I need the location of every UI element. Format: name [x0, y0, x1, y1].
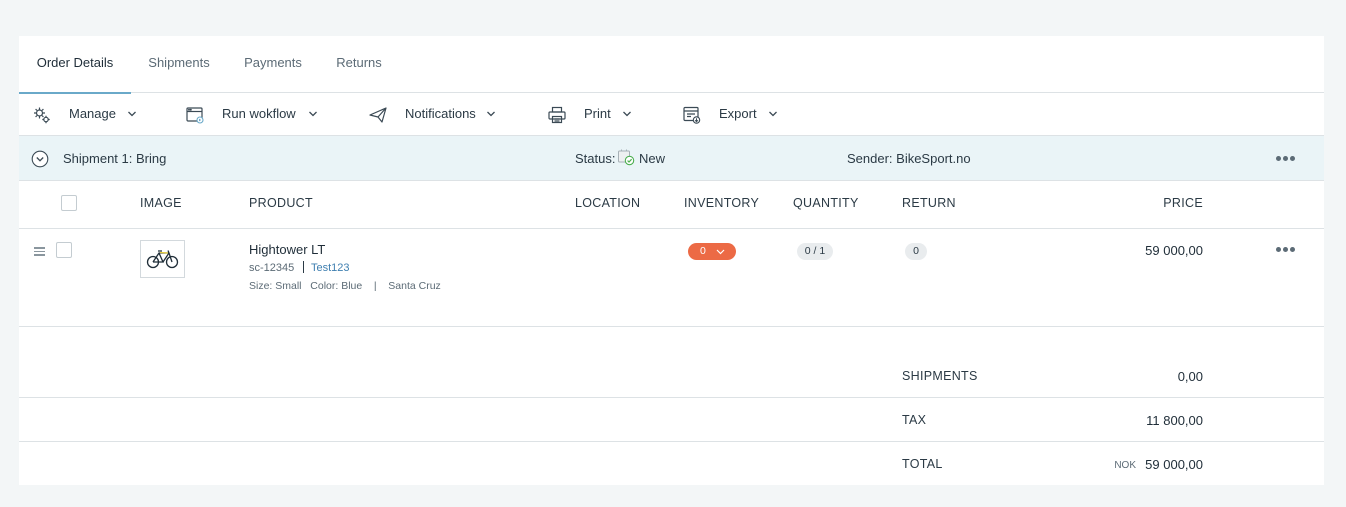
- total-label: TOTAL: [902, 457, 943, 471]
- quantity-badge: 0 / 1: [797, 243, 833, 260]
- chevron-down-icon: [769, 111, 777, 117]
- manage-label: Manage: [69, 106, 116, 121]
- printer-icon: [548, 106, 566, 123]
- inventory-value: 0: [700, 245, 706, 257]
- header-product: PRODUCT: [249, 196, 313, 210]
- chevron-down-icon: [716, 249, 725, 255]
- tab-shipments[interactable]: Shipments: [141, 36, 217, 93]
- tax-value: 11 800,00: [1146, 413, 1203, 428]
- table-row: Hightower LT sc-12345 Test123 Size: Smal…: [19, 229, 1324, 327]
- product-name: Hightower LT: [249, 242, 326, 257]
- tab-order-details[interactable]: Order Details: [19, 36, 131, 94]
- header-image: IMAGE: [140, 196, 182, 210]
- drag-handle-icon[interactable]: [34, 247, 45, 256]
- window-icon: [186, 106, 204, 124]
- package-status-icon: [618, 149, 635, 166]
- header-quantity: QUANTITY: [793, 196, 859, 210]
- header-inventory: INVENTORY: [684, 196, 760, 210]
- product-attributes: Size: Small Color: Blue | Santa Cruz: [249, 280, 441, 292]
- row-price: 59 000,00: [1145, 243, 1203, 258]
- separator: [303, 261, 304, 273]
- shipments-value: 0,00: [1177, 369, 1203, 384]
- total-value: 59 000,00: [1145, 457, 1203, 472]
- export-button[interactable]: Export: [682, 93, 782, 136]
- chevron-down-icon: [309, 111, 317, 117]
- summary-shipments: SHIPMENTS 0,00: [19, 354, 1324, 398]
- tax-label: TAX: [902, 413, 927, 427]
- run-workflow-button[interactable]: Run wokflow: [185, 93, 325, 136]
- notifications-button[interactable]: Notifications: [368, 93, 503, 136]
- tab-returns[interactable]: Returns: [329, 36, 389, 93]
- table-header: IMAGE PRODUCT LOCATION INVENTORY QUANTIT…: [19, 181, 1324, 229]
- status-value: New: [639, 151, 666, 166]
- shipment-more-icon[interactable]: [1276, 156, 1296, 162]
- notifications-label: Notifications: [405, 106, 476, 121]
- status-label: Status:: [575, 151, 616, 166]
- tab-payments[interactable]: Payments: [237, 36, 309, 93]
- header-price: PRICE: [1163, 196, 1203, 210]
- product-image: [140, 240, 185, 278]
- print-button[interactable]: Print: [547, 93, 637, 136]
- inventory-dropdown[interactable]: 0: [688, 243, 736, 260]
- collapse-chevron-icon[interactable]: [31, 150, 49, 168]
- product-link[interactable]: Test123: [311, 262, 350, 274]
- sender-label: Sender: BikeSport.no: [847, 151, 971, 166]
- return-badge: 0: [905, 243, 927, 260]
- order-card: Order Details Shipments Payments Returns…: [19, 36, 1324, 485]
- chevron-down-icon: [487, 111, 495, 117]
- header-location: LOCATION: [575, 196, 641, 210]
- row-checkbox[interactable]: [56, 242, 72, 258]
- shipments-label: SHIPMENTS: [902, 369, 978, 383]
- total-currency: NOK: [1114, 460, 1136, 471]
- row-more-icon[interactable]: [1276, 247, 1296, 253]
- paper-plane-icon: [369, 106, 387, 123]
- summary-total: TOTAL NOK 59 000,00: [19, 442, 1324, 486]
- export-icon: [683, 106, 701, 124]
- gears-icon: [34, 107, 50, 123]
- chevron-down-icon: [128, 111, 136, 117]
- chevron-down-icon: [623, 111, 631, 117]
- shipment-title: Shipment 1: Bring: [63, 151, 167, 166]
- summary-tax: TAX 11 800,00: [19, 398, 1324, 442]
- header-return: RETURN: [902, 196, 956, 210]
- run-workflow-label: Run wokflow: [222, 106, 296, 121]
- print-label: Print: [584, 106, 611, 121]
- bicycle-icon: [146, 250, 179, 269]
- toolbar: Manage Run wokflow Notifications Print E…: [19, 93, 1324, 136]
- tab-bar: Order Details Shipments Payments Returns: [19, 36, 1324, 94]
- select-all-checkbox[interactable]: [61, 195, 77, 211]
- product-sku: sc-12345: [249, 262, 295, 274]
- manage-button[interactable]: Manage: [32, 93, 142, 136]
- shipment-header: Shipment 1: Bring Status: New Sender: Bi…: [19, 136, 1324, 181]
- export-label: Export: [719, 106, 757, 121]
